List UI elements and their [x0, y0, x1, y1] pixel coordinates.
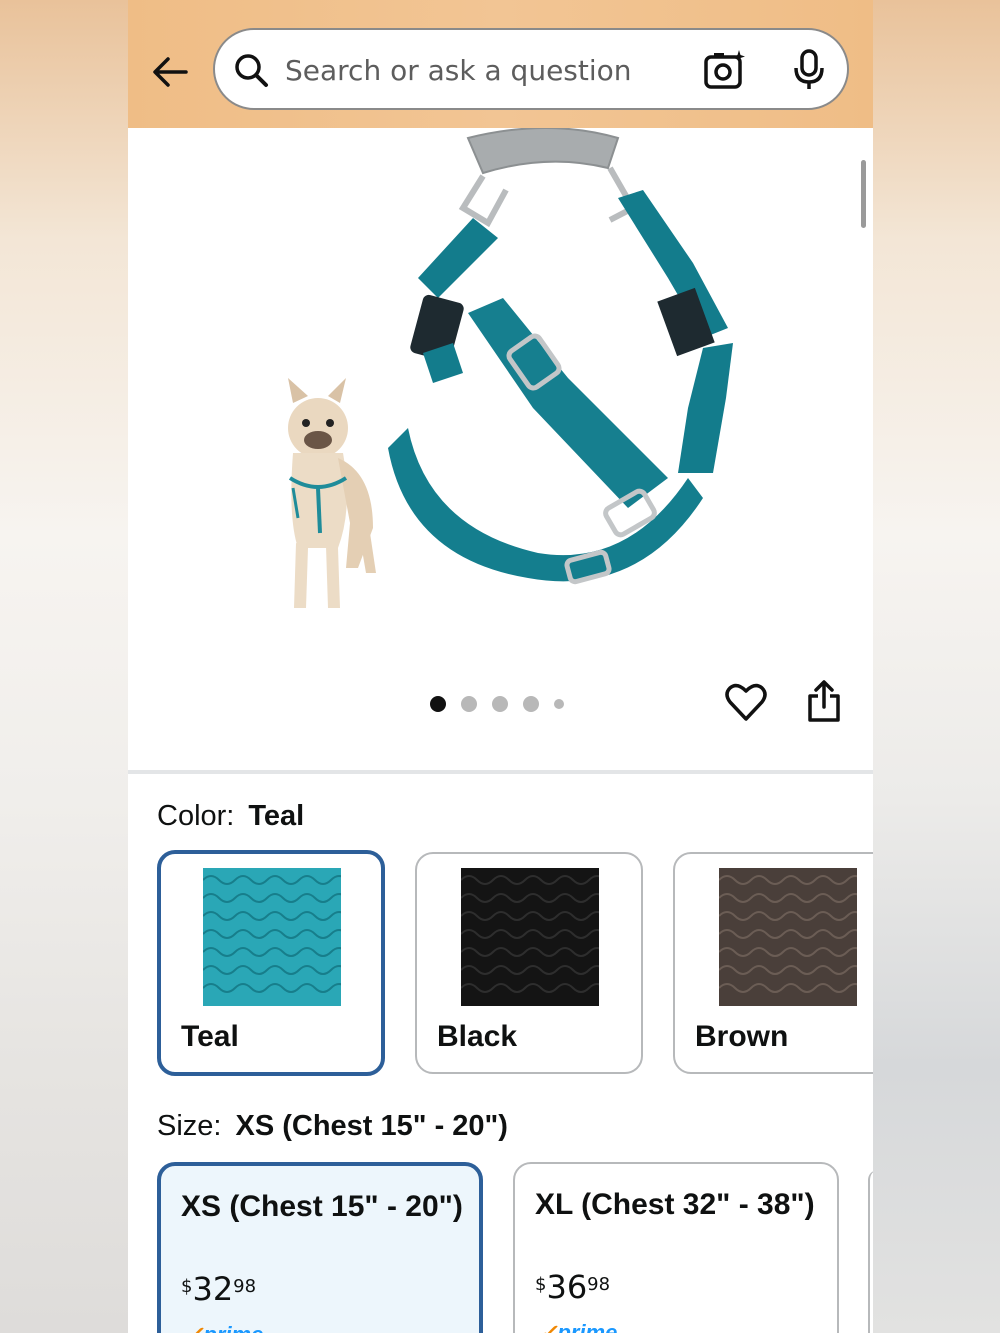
- price-fraction: 98: [233, 1276, 257, 1297]
- teal-swatch-image: [202, 868, 348, 1006]
- microphone-icon[interactable]: [789, 48, 829, 92]
- scrollbar[interactable]: [861, 160, 866, 228]
- color-option-teal[interactable]: Teal: [157, 850, 385, 1076]
- section-divider: [128, 770, 873, 774]
- price-fraction: 98: [587, 1274, 611, 1295]
- camera-lens-icon[interactable]: [703, 48, 747, 92]
- search-bar[interactable]: [213, 28, 849, 110]
- color-option-black[interactable]: Black: [415, 852, 643, 1074]
- background-right: [873, 0, 1000, 1333]
- carousel-dot[interactable]: [461, 696, 477, 712]
- prime-label: prime: [203, 1322, 263, 1333]
- color-label-prefix: Color:: [157, 800, 235, 832]
- price-currency: $: [535, 1274, 547, 1295]
- image-carousel-dots[interactable]: [430, 694, 564, 714]
- heart-icon[interactable]: [724, 680, 768, 724]
- color-option-label: Brown: [695, 1020, 789, 1053]
- color-selector-label: Color: Teal: [157, 800, 304, 833]
- selected-size-value: XS (Chest 15" - 20"): [235, 1110, 508, 1142]
- product-gallery: [128, 127, 873, 770]
- color-option-label: Black: [437, 1020, 518, 1053]
- top-header: [128, 0, 873, 128]
- prime-badge: ✓prime: [539, 1320, 617, 1333]
- brown-swatch-image: [718, 868, 864, 1006]
- carousel-dot[interactable]: [523, 696, 539, 712]
- prime-label: prime: [557, 1320, 618, 1333]
- back-arrow-icon[interactable]: [148, 50, 192, 94]
- size-option-price: $3698: [535, 1268, 610, 1306]
- search-input[interactable]: [285, 48, 685, 92]
- next-size-option-edge[interactable]: [868, 1170, 873, 1333]
- carousel-dot[interactable]: [554, 699, 564, 709]
- product-image[interactable]: [248, 127, 748, 628]
- price-currency: $: [181, 1276, 193, 1297]
- black-swatch-image: [460, 868, 606, 1006]
- size-option-xs[interactable]: XS (Chest 15" - 20") $3298 ✓prime: [157, 1162, 483, 1333]
- search-icon: [233, 52, 269, 88]
- price-whole: 32: [192, 1270, 234, 1308]
- size-label-prefix: Size:: [157, 1110, 222, 1142]
- size-option-price: $3298: [181, 1270, 256, 1308]
- size-selector-label: Size: XS (Chest 15" - 20"): [157, 1110, 508, 1143]
- prime-badge: ✓prime: [185, 1322, 263, 1333]
- carousel-dot[interactable]: [430, 696, 446, 712]
- color-option-brown[interactable]: Brown: [673, 852, 873, 1074]
- price-whole: 36: [546, 1268, 588, 1306]
- app-screen: Color: Teal Teal: [128, 0, 873, 1333]
- size-option-label: XL (Chest 32" - 38"): [535, 1188, 815, 1221]
- carousel-dot[interactable]: [492, 696, 508, 712]
- color-option-label: Teal: [181, 1020, 239, 1053]
- size-option-xl[interactable]: XL (Chest 32" - 38") $3698 ✓prime: [513, 1162, 839, 1333]
- background-left: [0, 0, 128, 1333]
- share-icon[interactable]: [804, 680, 844, 724]
- selected-color-value: Teal: [248, 800, 305, 832]
- size-option-label: XS (Chest 15" - 20"): [181, 1190, 463, 1223]
